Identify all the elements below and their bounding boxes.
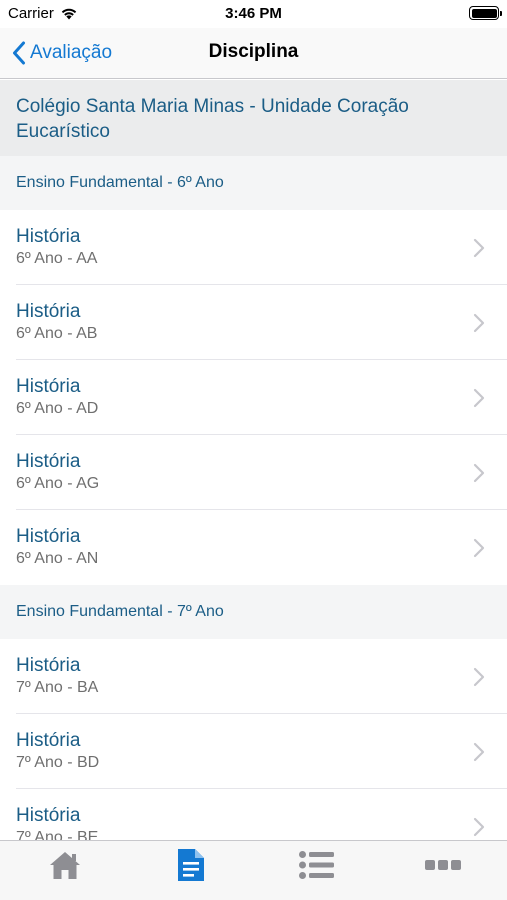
- section-title: Ensino Fundamental - 6º Ano: [16, 174, 224, 191]
- list-item[interactable]: História 6º Ano - AB: [0, 285, 507, 360]
- status-time: 3:46 PM: [225, 5, 282, 22]
- class-name: 7º Ano - BA: [16, 679, 99, 696]
- section-header: Ensino Fundamental - 7º Ano: [0, 585, 507, 639]
- navigation-bar: Avaliação Disciplina: [0, 28, 507, 79]
- tab-bar: [0, 840, 507, 900]
- list-item[interactable]: História 7º Ano - BE: [0, 789, 507, 840]
- discipline-name: História: [16, 526, 81, 547]
- back-button-label: Avaliação: [30, 42, 113, 63]
- chevron-right-icon: [473, 667, 485, 687]
- chevron-right-icon: [473, 538, 485, 558]
- chevron-right-icon: [473, 238, 485, 258]
- section-title: Ensino Fundamental - 7º Ano: [16, 603, 224, 620]
- chevron-right-icon: [473, 388, 485, 408]
- list-icon: [299, 851, 334, 879]
- class-name: 6º Ano - AD: [16, 400, 99, 417]
- school-name: Colégio Santa Maria Minas - Unidade Cora…: [16, 96, 409, 142]
- back-button[interactable]: Avaliação: [12, 36, 112, 70]
- home-icon: [50, 852, 80, 879]
- discipline-name: História: [16, 730, 81, 751]
- list-item[interactable]: História 7º Ano - BA: [0, 639, 507, 714]
- discipline-name: História: [16, 226, 81, 247]
- class-name: 6º Ano - AN: [16, 550, 99, 567]
- discipline-name: História: [16, 451, 81, 472]
- school-header: Colégio Santa Maria Minas - Unidade Cora…: [0, 80, 507, 156]
- section-header: Ensino Fundamental - 6º Ano: [0, 156, 507, 210]
- discipline-list[interactable]: Colégio Santa Maria Minas - Unidade Cora…: [0, 80, 507, 840]
- tab-more[interactable]: [380, 841, 506, 889]
- chevron-right-icon: [473, 817, 485, 837]
- list-item[interactable]: História 6º Ano - AD: [0, 360, 507, 435]
- battery-icon: [469, 6, 502, 20]
- class-name: 6º Ano - AA: [16, 250, 98, 267]
- discipline-name: História: [16, 655, 81, 676]
- discipline-name: História: [16, 301, 81, 322]
- class-name: 6º Ano - AG: [16, 475, 100, 492]
- class-name: 7º Ano - BE: [16, 829, 99, 840]
- battery-level: [471, 8, 497, 18]
- class-name: 6º Ano - AB: [16, 325, 98, 342]
- status-bar: Carrier 3:46 PM: [0, 0, 507, 28]
- tab-documents[interactable]: [128, 841, 254, 889]
- tab-home[interactable]: [2, 841, 128, 889]
- discipline-name: História: [16, 805, 81, 826]
- document-icon: [178, 849, 204, 881]
- chevron-right-icon: [473, 313, 485, 333]
- chevron-right-icon: [473, 742, 485, 762]
- chevron-right-icon: [473, 463, 485, 483]
- list-item[interactable]: História 6º Ano - AA: [0, 210, 507, 285]
- list-item[interactable]: História 7º Ano - BD: [0, 714, 507, 789]
- list-item[interactable]: História 6º Ano - AN: [0, 510, 507, 585]
- list-item[interactable]: História 6º Ano - AG: [0, 435, 507, 510]
- discipline-name: História: [16, 376, 81, 397]
- class-name: 7º Ano - BD: [16, 754, 100, 771]
- tab-list[interactable]: [254, 841, 380, 889]
- more-icon: [425, 860, 461, 870]
- chevron-left-icon: [13, 41, 25, 65]
